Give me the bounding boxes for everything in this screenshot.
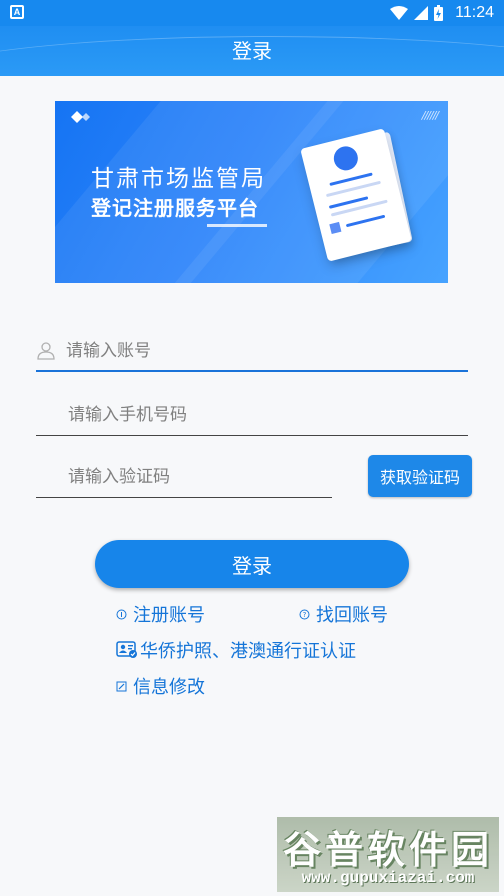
- wifi-icon: [390, 6, 409, 20]
- account-input[interactable]: [36, 332, 468, 370]
- banner-image: ////// 甘肃市场监管局 登记注册服务平台: [55, 101, 448, 283]
- login-button[interactable]: 登录: [95, 540, 409, 588]
- question-circle-icon: ?: [299, 609, 310, 619]
- passport-auth-link[interactable]: 华侨护照、港澳通行证认证: [116, 637, 356, 663]
- info-edit-link-label: 信息修改: [133, 677, 205, 698]
- banner-title: 甘肃市场监管局: [91, 166, 266, 192]
- header-bar: 登录: [0, 26, 504, 76]
- recover-link-label: 找回账号: [316, 605, 388, 626]
- signal-icon: [414, 6, 429, 20]
- get-code-button[interactable]: 获取验证码: [368, 455, 472, 497]
- notification-icon: A: [10, 5, 24, 19]
- banner-subtitle: 登记注册服务平台: [91, 196, 259, 220]
- status-icons: 11:24: [390, 2, 494, 24]
- code-field-container: [36, 458, 332, 498]
- register-link-label: 注册账号: [133, 605, 205, 626]
- watermark-title: 谷普软件园: [282, 828, 493, 872]
- recover-account-link[interactable]: ? 找回账号: [299, 601, 388, 627]
- register-link[interactable]: 注册账号: [116, 601, 205, 627]
- profile-avatar-icon: [331, 143, 361, 173]
- status-bar: A 11:24: [0, 0, 504, 26]
- banner-underline: [207, 224, 267, 227]
- account-field-container: [36, 332, 468, 372]
- banner-slash-decor: //////: [421, 109, 439, 122]
- svg-text:?: ?: [303, 611, 307, 619]
- passport-link-label: 华侨护照、港澳通行证认证: [140, 641, 356, 662]
- watermark-logo: 谷普软件园 www.gupuxiazai.com: [277, 817, 499, 892]
- phone-field-container: [36, 396, 468, 436]
- info-edit-link[interactable]: 信息修改: [116, 673, 205, 699]
- user-icon: [37, 342, 55, 360]
- clock: 11:24: [455, 4, 494, 21]
- battery-icon: [434, 5, 444, 21]
- info-circle-icon: [116, 609, 127, 619]
- phone-input[interactable]: [36, 396, 468, 434]
- verification-code-input[interactable]: [36, 458, 332, 496]
- id-card-icon: [116, 641, 137, 658]
- edit-icon: [116, 681, 127, 691]
- doc-line: [345, 214, 386, 228]
- doc-square: [329, 221, 342, 235]
- diamond-decor-icon: [71, 111, 90, 123]
- page-title: 登录: [232, 39, 272, 63]
- watermark-url: www.gupuxiazai.com: [301, 869, 475, 887]
